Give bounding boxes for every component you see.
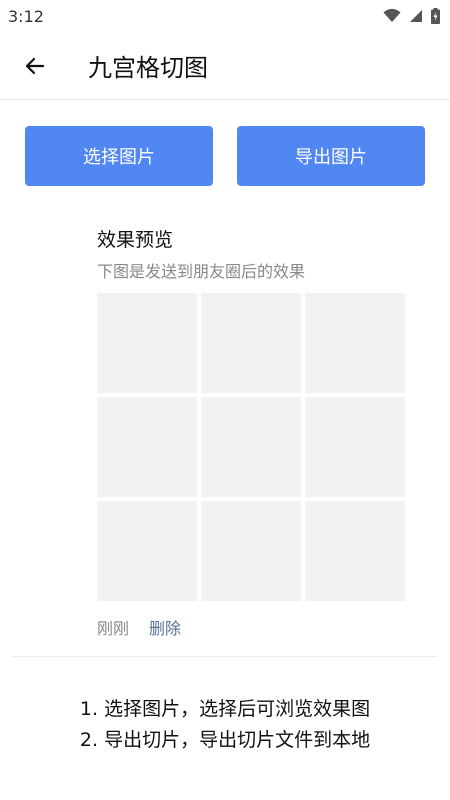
delete-link[interactable]: 删除: [149, 615, 181, 639]
divider: [12, 656, 438, 657]
back-arrow-icon: [25, 57, 45, 74]
preview-subtitle: 下图是发送到朋友圈后的效果: [97, 262, 306, 281]
status-icons: [383, 8, 440, 24]
post-time: 刚刚: [97, 619, 130, 638]
grid-cell-5[interactable]: [201, 397, 301, 497]
status-bar: 3:12: [0, 0, 450, 32]
app-bar: 九宫格切图: [0, 32, 450, 100]
select-image-button[interactable]: 选择图片: [25, 126, 213, 186]
instruction-line-2: 2. 导出切片，导出切片文件到本地: [79, 729, 371, 751]
preview-title: 效果预览: [97, 229, 174, 251]
battery-charging-icon: [431, 8, 440, 24]
grid-cell-8[interactable]: [201, 501, 301, 601]
action-buttons: 选择图片 导出图片: [25, 126, 425, 186]
instructions: 1. 选择图片，选择后可浏览效果图 2. 导出切片，导出切片文件到本地: [0, 694, 450, 756]
grid-cell-1[interactable]: [97, 293, 197, 393]
wifi-icon: [383, 9, 401, 22]
instruction-line-1: 1. 选择图片，选择后可浏览效果图: [79, 698, 371, 720]
grid-cell-4[interactable]: [97, 397, 197, 497]
grid-cell-6[interactable]: [305, 397, 405, 497]
export-image-button[interactable]: 导出图片: [237, 126, 425, 186]
page-title: 九宫格切图: [88, 54, 208, 82]
post-meta: 刚刚 删除: [97, 615, 181, 639]
status-time: 3:12: [8, 6, 44, 26]
grid-cell-3[interactable]: [305, 293, 405, 393]
grid-cell-7[interactable]: [97, 501, 197, 601]
grid-cell-9[interactable]: [305, 501, 405, 601]
grid-cell-2[interactable]: [201, 293, 301, 393]
back-button[interactable]: [15, 46, 55, 86]
preview-grid: [97, 293, 405, 601]
signal-icon: [410, 10, 422, 22]
